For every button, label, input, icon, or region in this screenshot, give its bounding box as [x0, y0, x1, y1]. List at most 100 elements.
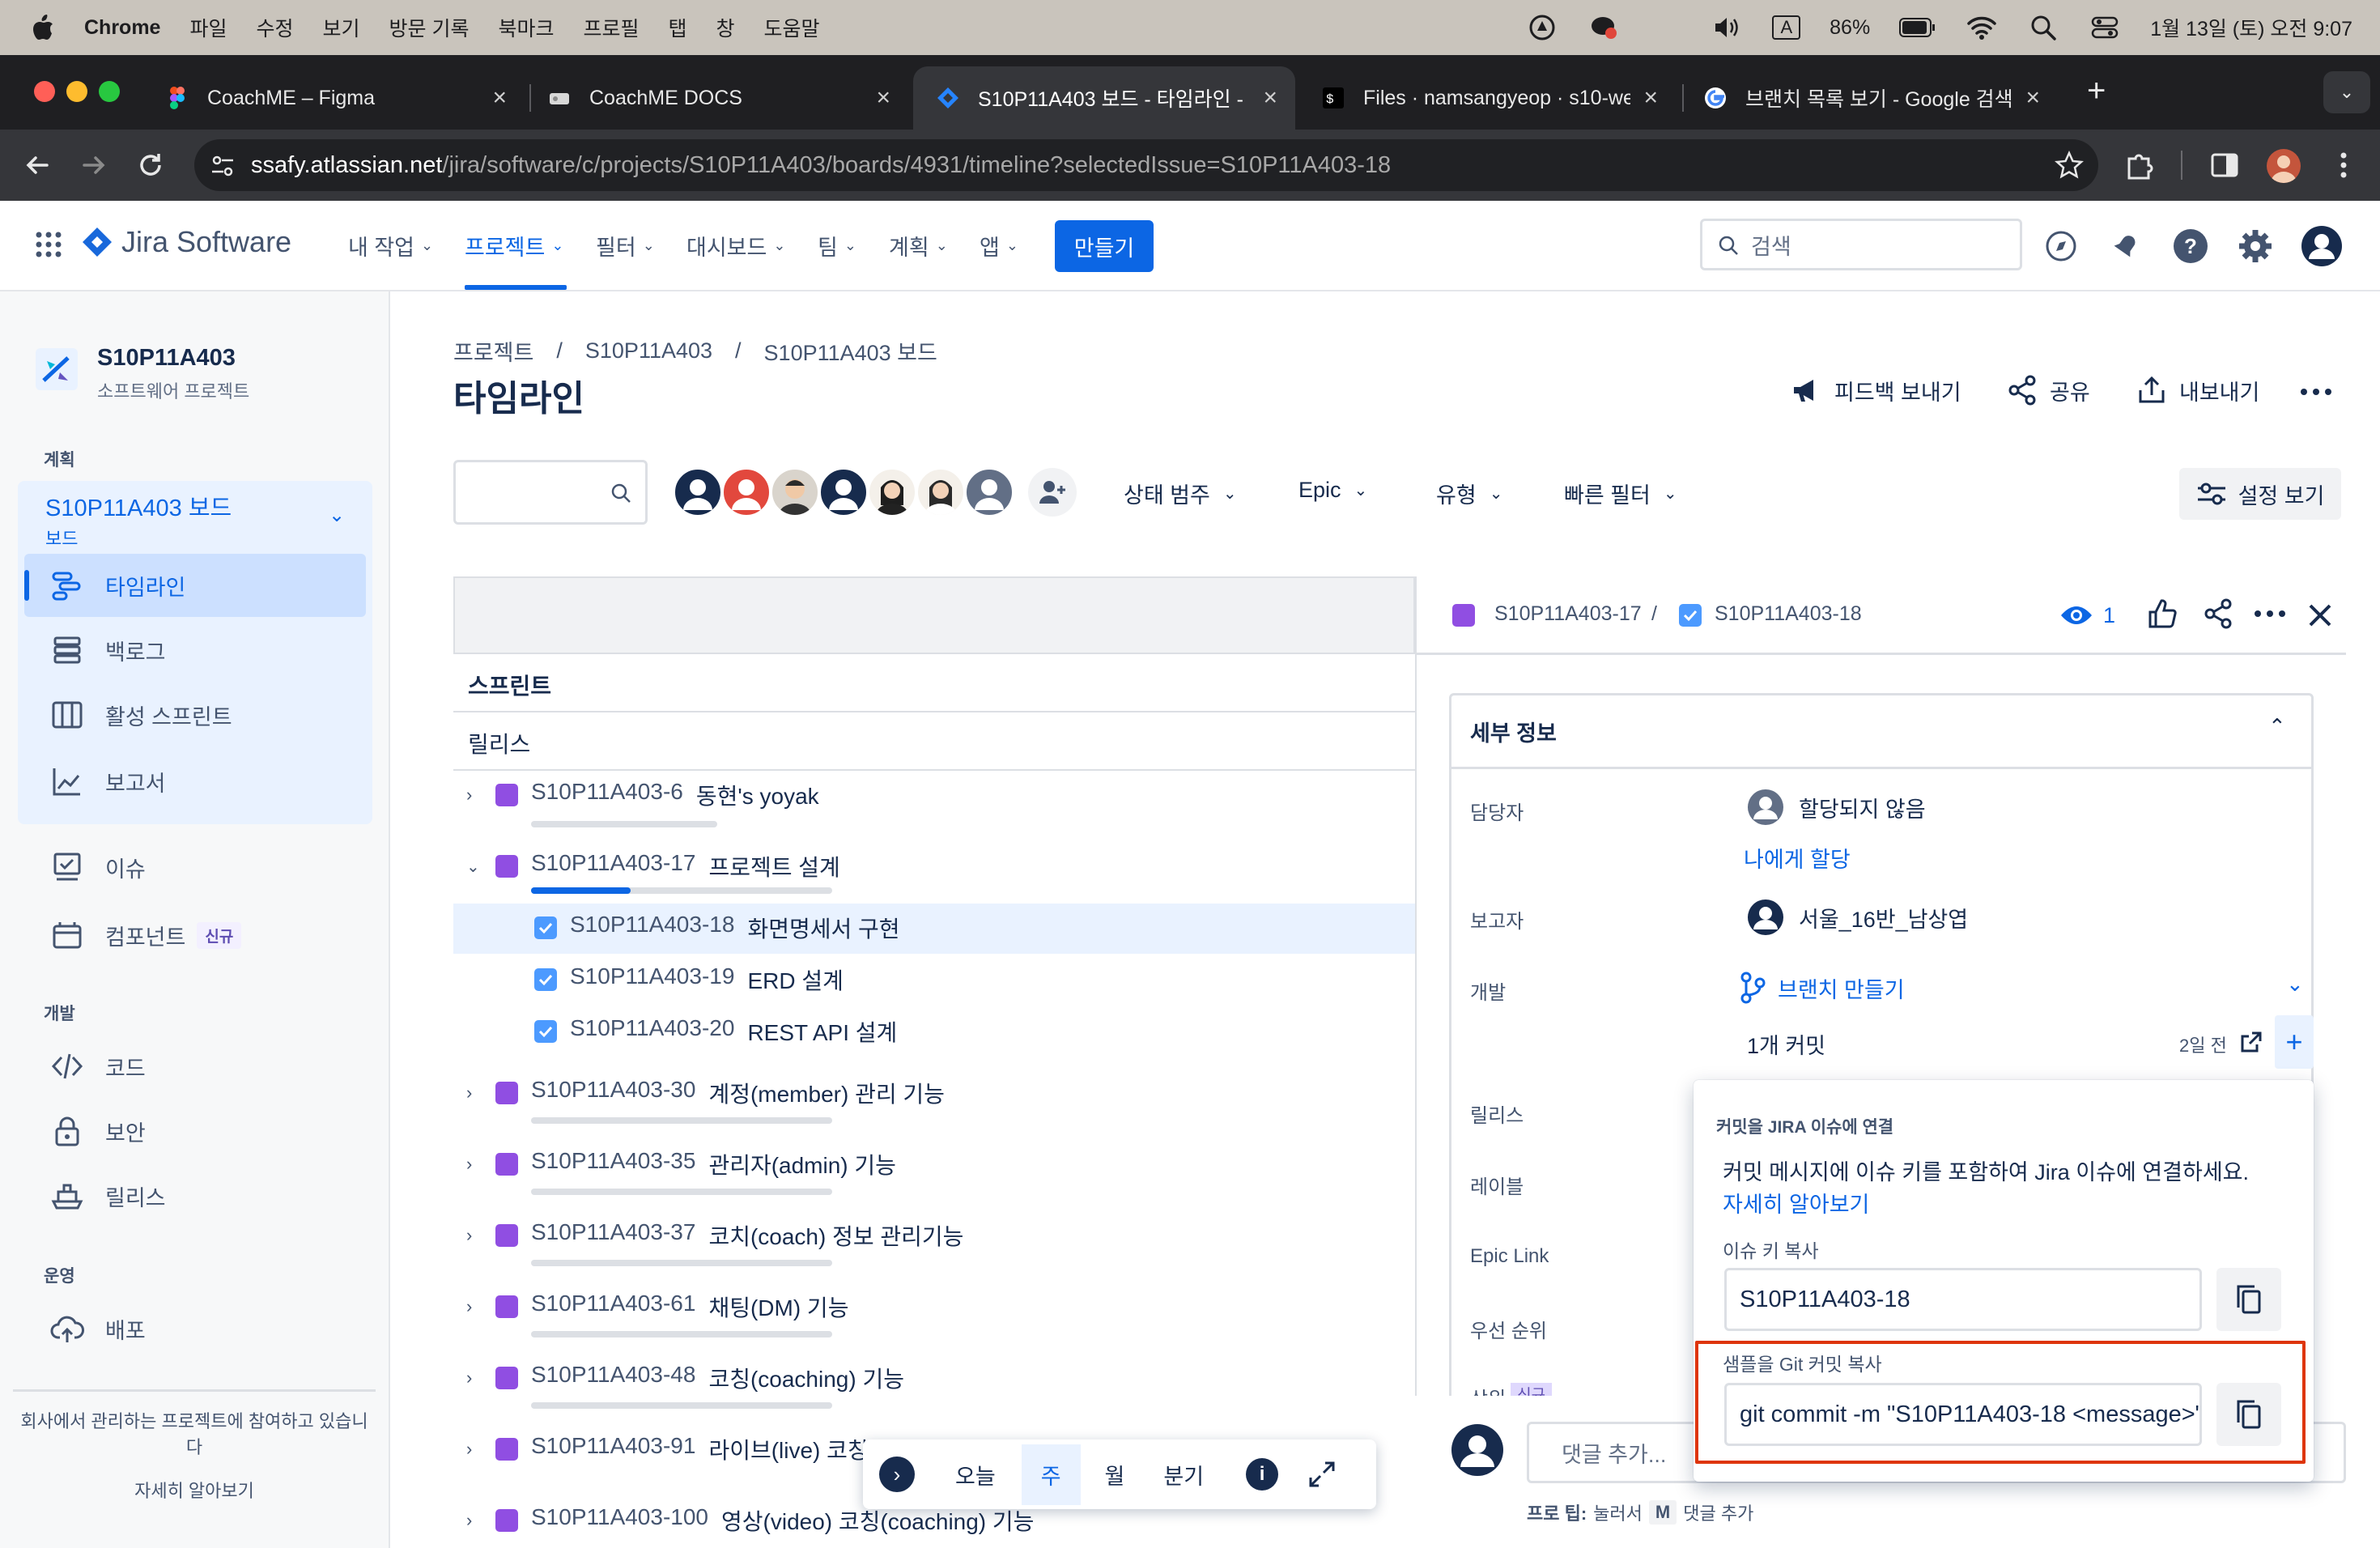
notifications-bell-icon[interactable] [2108, 228, 2144, 264]
copy-issue-key-button[interactable] [2216, 1268, 2281, 1331]
nav-projects[interactable]: 프로젝트 ⌄ [465, 230, 563, 262]
more-vertical-icon[interactable] [2331, 149, 2356, 181]
user-avatar-icon[interactable] [1451, 1423, 1504, 1477]
list-item[interactable]: S10P11A403-18 화면명세서 구현 [453, 904, 1415, 952]
chevron-right-icon[interactable]: › [466, 1082, 472, 1104]
issue-summary[interactable]: REST API 설계 [747, 1015, 897, 1048]
settings-gear-icon[interactable] [2236, 227, 2275, 266]
tab-close-icon[interactable]: × [1263, 84, 1277, 112]
menu-profiles[interactable]: 프로필 [583, 13, 639, 42]
clock[interactable]: 1월 13일 (토) 오전 9:07 [2150, 13, 2352, 42]
sidebar-item-code[interactable]: 코드 [50, 1041, 146, 1091]
chevron-down-icon[interactable]: ⌄ [2286, 972, 2304, 997]
filter-type[interactable]: 유형 ⌄ [1436, 478, 1502, 509]
sidebar-item-components[interactable]: 컴포넌트 신규 [50, 910, 242, 960]
chevron-down-icon[interactable]: ⌄ [466, 857, 480, 877]
project-name[interactable]: S10P11A403 [97, 345, 236, 372]
view-settings-button[interactable]: 설정 보기 [2179, 468, 2341, 520]
chevron-down-icon[interactable]: ⌄ [329, 504, 345, 527]
nav-filters[interactable]: 필터 ⌄ [596, 230, 655, 262]
info-icon[interactable]: i [1246, 1458, 1279, 1491]
list-item[interactable]: › S10P11A403-61 채팅(DM) 기능 [453, 1282, 1415, 1331]
issue-key[interactable]: S10P11A403-91 [531, 1433, 695, 1465]
add-people-button[interactable] [1028, 468, 1077, 517]
issue-summary[interactable]: 코치(coach) 정보 관리기능 [708, 1219, 963, 1252]
issue-summary[interactable]: 동현's yoyak [696, 779, 819, 811]
browser-tab-figma[interactable]: CoachME – Figma × [142, 66, 525, 130]
issue-key[interactable]: S10P11A403-48 [531, 1362, 695, 1394]
assign-to-me-link[interactable]: 나에게 할당 [1744, 842, 1851, 874]
sidebar-item-timeline[interactable]: 타임라인 [50, 560, 185, 610]
bookmark-star-icon[interactable] [2055, 151, 2084, 180]
issue-key-field[interactable]: S10P11A403-18 [1724, 1268, 2202, 1331]
share-button[interactable]: 공유 [2006, 374, 2090, 406]
side-panel-icon[interactable] [2210, 151, 2239, 180]
chevron-up-icon[interactable]: ⌃ [2268, 714, 2286, 739]
nav-teams[interactable]: 팀 ⌄ [818, 230, 856, 262]
moon-icon[interactable] [1649, 11, 1681, 44]
issue-key[interactable]: S10P11A403-100 [531, 1504, 708, 1537]
learn-more-link[interactable]: 자세히 알아보기 [13, 1477, 376, 1503]
menu-view[interactable]: 보기 [323, 13, 360, 42]
issue-key[interactable]: S10P11A403-61 [531, 1291, 695, 1323]
close-icon[interactable] [2306, 601, 2335, 630]
assignee-value[interactable]: 할당되지 않음 [1747, 789, 1926, 826]
filter-status-category[interactable]: 상태 범주 ⌄ [1124, 478, 1237, 509]
tab-close-icon[interactable]: × [2025, 84, 2040, 112]
assignee-avatar[interactable] [963, 466, 1015, 518]
issue-key[interactable]: S10P11A403-6 [531, 779, 683, 811]
input-source-indicator[interactable]: A [1772, 15, 1801, 40]
site-settings-icon[interactable] [209, 152, 236, 180]
extensions-puzzle-icon[interactable] [2123, 147, 2158, 183]
sidebar-item-issues[interactable]: 이슈 [50, 842, 146, 892]
nav-my-work[interactable]: 내 작업 ⌄ [348, 230, 433, 262]
more-horizontal-icon[interactable] [2297, 381, 2335, 403]
week-button[interactable]: 주 [1021, 1444, 1081, 1505]
current-issue-key[interactable]: S10P11A403-18 [1715, 602, 1862, 626]
browser-tab-docs[interactable]: CoachME DOCS × [525, 66, 908, 130]
volume-icon[interactable] [1711, 11, 1743, 44]
new-tab-button[interactable]: + [2087, 73, 2106, 109]
learn-more-link[interactable]: 자세히 알아보기 [1723, 1187, 1869, 1218]
tab-close-icon[interactable]: × [876, 84, 890, 112]
back-arrow-icon[interactable] [21, 149, 53, 181]
window-close-button[interactable] [34, 81, 55, 102]
list-item[interactable]: ⌄ S10P11A403-17 프로젝트 설계 [453, 842, 1415, 891]
wifi-icon[interactable] [1966, 11, 1998, 44]
chevron-right-icon[interactable]: › [466, 1225, 472, 1246]
chevron-right-icon[interactable]: › [466, 1510, 472, 1531]
menu-help[interactable]: 도움말 [764, 13, 820, 42]
issue-key[interactable]: S10P11A403-20 [570, 1015, 734, 1048]
window-minimize-button[interactable] [66, 81, 87, 102]
list-item[interactable]: › S10P11A403-30 계정(member) 관리 기능 [453, 1069, 1415, 1117]
issue-key[interactable]: S10P11A403-30 [531, 1077, 695, 1109]
issue-summary[interactable]: 프로젝트 설계 [708, 850, 839, 882]
help-icon[interactable]: ? [2171, 227, 2210, 266]
list-item[interactable]: › S10P11A403-37 코치(coach) 정보 관리기능 [453, 1211, 1415, 1260]
chevron-right-icon[interactable]: › [466, 785, 472, 806]
issue-summary[interactable]: 관리자(admin) 기능 [708, 1148, 896, 1180]
sidebar-item-releases[interactable]: 릴리스 [50, 1171, 166, 1221]
thumbs-up-icon[interactable] [2147, 598, 2179, 630]
apple-icon[interactable] [31, 14, 55, 41]
month-button[interactable]: 월 [1105, 1459, 1125, 1491]
reload-icon[interactable] [134, 149, 167, 181]
menu-window[interactable]: 창 [716, 13, 735, 42]
issue-key[interactable]: S10P11A403-35 [531, 1148, 695, 1180]
menu-file[interactable]: 파일 [189, 13, 227, 42]
issue-summary[interactable]: 계정(member) 관리 기능 [708, 1077, 944, 1109]
menu-tab[interactable]: 탭 [669, 13, 687, 42]
control-center-icon[interactable] [2089, 11, 2121, 44]
forward-arrow-icon[interactable] [78, 149, 110, 181]
chat-status-icon[interactable] [1587, 11, 1620, 44]
share-icon[interactable] [2202, 598, 2234, 630]
sidebar-item-active-sprint[interactable]: 활성 스프린트 [50, 690, 232, 740]
issue-summary[interactable]: 화면명세서 구현 [747, 912, 899, 944]
nav-dashboards[interactable]: 대시보드 ⌄ [686, 230, 785, 262]
list-item[interactable]: › S10P11A403-35 관리자(admin) 기능 [453, 1140, 1415, 1189]
assignee-avatar[interactable] [672, 466, 724, 518]
tab-search-button[interactable]: ⌄ [2323, 71, 2370, 113]
create-branch-button[interactable]: 브랜치 만들기 [1739, 972, 1905, 1004]
jira-logo[interactable]: Jira Software [81, 225, 291, 259]
timeline-search-input[interactable] [453, 460, 648, 525]
